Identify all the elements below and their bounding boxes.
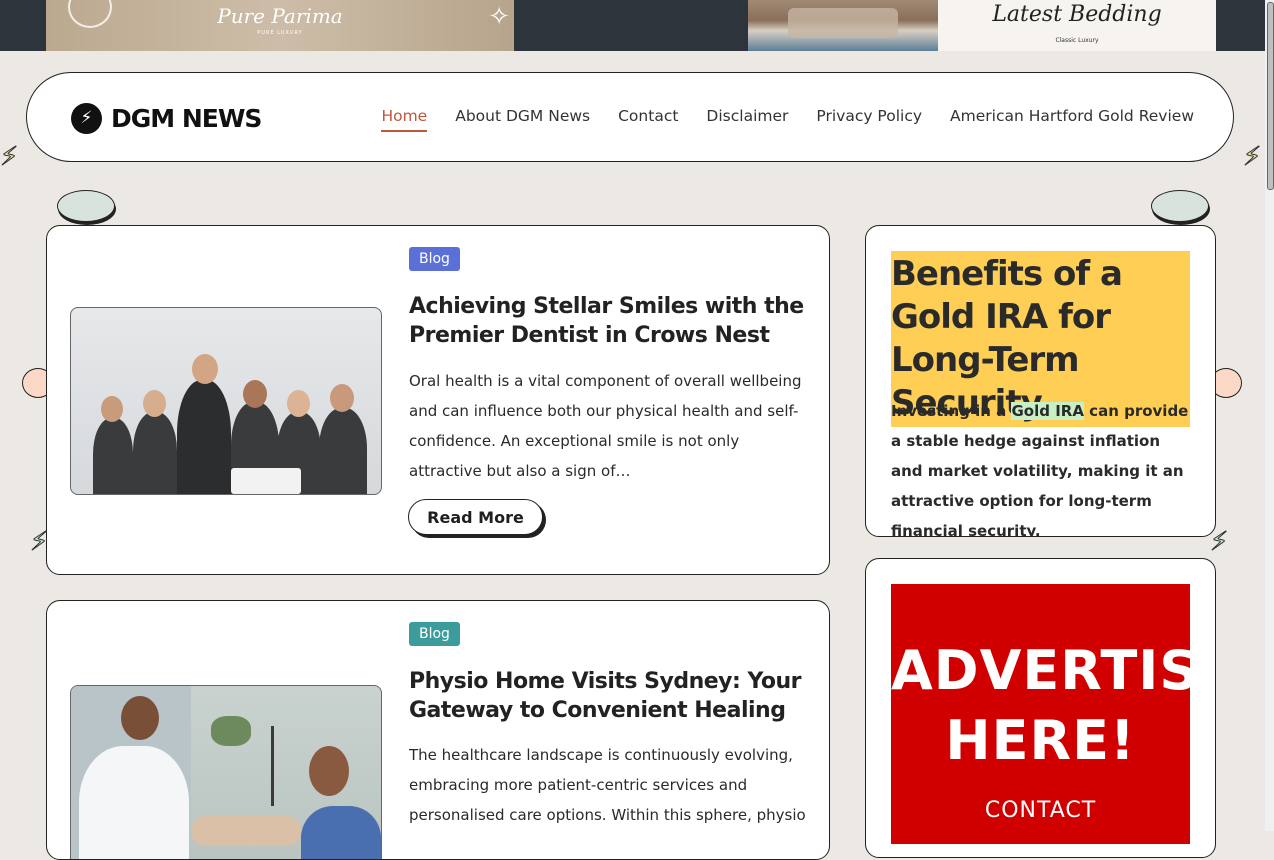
bedroom-image [748,0,938,51]
banner-tagline: PURE LUXURY [257,30,303,36]
advert-headline: ADVERTISE HERE! [891,636,1215,776]
feature-text: Investing in a Gold IRA can provide a st… [891,396,1193,537]
nav-about[interactable]: About DGM News [455,107,590,132]
top-ad-bar: Pure Parima PURE LUXURY ✧ Latest Bedding… [0,0,1274,51]
nav-home[interactable]: Home [381,107,428,132]
page-scrollbar[interactable] [1265,0,1274,831]
lightning-bolt-icon: ⚡ [71,102,102,134]
ad-banner-pure-parima[interactable]: Pure Parima PURE LUXURY ✧ [46,0,514,51]
post-title[interactable]: Physio Home Visits Sydney: Your Gateway … [409,667,809,725]
lightning-decoration-icon: ⚡ [0,142,19,173]
nav-contact[interactable]: Contact [618,107,678,132]
main-nav: Home About DGM News Contact Disclaimer P… [381,107,1194,132]
feature-text-part: Investing in a [891,402,1012,420]
post-thumbnail-physio-visit[interactable] [70,685,382,859]
advert-contact: CONTACT [984,798,1097,823]
banner-tagline: Classic Luxury [1055,37,1099,44]
ad-banner-latest-bedding[interactable]: Latest Bedding Classic Luxury [748,0,1216,51]
nav-american-hartford-gold-review[interactable]: American Hartford Gold Review [950,107,1194,132]
post-card: Blog Physio Home Visits Sydney: Your Gat… [46,600,830,860]
cloud-decoration [57,190,115,222]
post-excerpt: The healthcare landscape is continuously… [409,746,806,824]
category-badge[interactable]: Blog [409,622,460,646]
gold-ira-link[interactable]: Gold IRA [1011,402,1084,420]
advert-line: HERE! [945,709,1136,772]
lightning-decoration-icon: ⚡ [1242,142,1262,173]
read-more-button[interactable]: Read More [408,499,543,535]
banner-brand: Pure Parima [217,4,343,28]
category-badge[interactable]: Blog [409,247,460,271]
post-thumbnail-dental-team[interactable] [70,307,382,495]
sparkle-icon: ✧ [488,2,510,32]
cloud-decoration [1151,190,1209,222]
banner-brand: Latest Bedding [992,2,1162,27]
post-title[interactable]: Achieving Stellar Smiles with the Premie… [409,292,809,350]
sidebar-advert-widget: ADVERTISE HERE! CONTACT [865,558,1216,858]
sidebar-feature-widget: Benefits of a Gold IRA for Long-Term Sec… [865,225,1216,537]
nav-privacy-policy[interactable]: Privacy Policy [816,107,922,132]
nav-disclaimer[interactable]: Disclaimer [706,107,788,132]
advert-line: ADVERTISE [891,639,1216,702]
scrollbar-thumb[interactable] [1267,2,1274,190]
feature-text-part: can provide a stable hedge against infla… [891,402,1189,537]
advertise-here-banner[interactable]: ADVERTISE HERE! CONTACT [891,584,1215,844]
post-excerpt: Oral health is a vital component of over… [409,372,802,480]
logo-text: DGM NEWS [111,103,262,133]
site-logo[interactable]: ⚡ DGM NEWS [71,102,262,134]
site-header: ⚡ DGM NEWS Home About DGM News Contact D… [26,72,1234,162]
post-card: Blog Achieving Stellar Smiles with the P… [46,225,830,575]
